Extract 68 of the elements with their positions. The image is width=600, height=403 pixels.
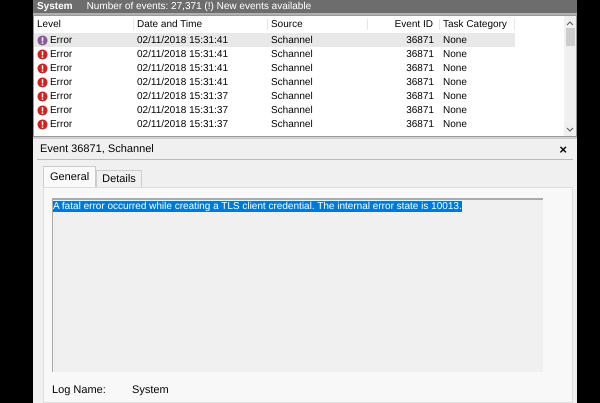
table-cell-text: 36871 — [405, 90, 435, 102]
message-text: A fatal error occurred while creating a TLS client credential. The internal error state is 10013. — [53, 201, 462, 212]
tab[interactable]: General — [43, 166, 96, 187]
table-cell-text: None — [442, 118, 468, 130]
table-cell-text: Schannel — [270, 104, 314, 116]
event-count-status: Number of events: 27,371 (!) New events available — [86, 0, 312, 14]
table-cell-text: 36871 — [405, 118, 435, 130]
event-row[interactable]: Error 02/11/2018 15:31:37 Schannel 36871 None — [34, 103, 564, 117]
close-button[interactable]: × — [559, 142, 567, 156]
table-cell-text: Schannel — [270, 34, 314, 46]
table-cell-text: 02/11/2018 15:31:37 — [136, 104, 230, 116]
table-cell: Error — [50, 76, 72, 88]
column-header[interactable]: Source — [268, 19, 368, 30]
scroll-up-icon[interactable] — [566, 20, 574, 26]
scroll-thumb[interactable] — [566, 28, 574, 46]
table-cell-text: 02/11/2018 15:31:41 — [136, 34, 230, 46]
event-row[interactable]: Error 02/11/2018 15:31:41 Schannel 36871 None — [34, 75, 564, 89]
event-row[interactable]: Error 02/11/2018 15:31:41 Schannel 36871 None — [34, 47, 564, 61]
event-row[interactable]: Error 02/11/2018 15:31:41 Schannel 36871 None — [34, 61, 564, 75]
event-row[interactable]: Error 02/11/2018 15:31:37 Schannel 36871 None — [34, 89, 564, 103]
table-cell-text: None — [442, 90, 468, 102]
field-value: System — [132, 384, 169, 396]
tab[interactable]: Details — [96, 170, 142, 187]
table-cell-text: Schannel — [270, 62, 314, 74]
message-box[interactable]: A fatal error occurred while creating a TLS client credential. The internal error state is 10013. — [52, 198, 543, 372]
table-cell-text: None — [442, 48, 468, 60]
event-row[interactable]: Error 02/11/2018 15:31:41 Schannel 36871 None — [34, 33, 515, 47]
table-cell-text: None — [442, 76, 468, 88]
table-cell: Error — [50, 48, 72, 60]
column-header[interactable]: Date and Time — [134, 19, 268, 30]
table-cell: Error — [50, 34, 72, 46]
event-row[interactable]: Error 02/11/2018 15:31:37 Schannel 36871 None — [34, 117, 564, 131]
error-icon — [37, 118, 48, 130]
table-cell: Error — [50, 90, 72, 102]
table-cell-text: Schannel — [270, 48, 314, 60]
column-header[interactable]: Level — [34, 19, 134, 30]
table-cell-text: 36871 — [405, 62, 435, 74]
table-cell-text: Schannel — [270, 118, 314, 130]
column-header[interactable]: Event ID — [368, 19, 440, 30]
error-icon — [37, 104, 48, 116]
table-cell: Error — [50, 118, 72, 130]
column-header[interactable]: Task Category — [440, 19, 515, 30]
table-cell-text: None — [442, 62, 468, 74]
error-icon — [37, 62, 48, 74]
event-title: Event 36871, Schannel — [40, 143, 154, 155]
scroll-down-icon[interactable] — [566, 127, 574, 133]
error-icon — [37, 34, 48, 46]
table-cell-text: 36871 — [405, 104, 435, 116]
table-cell-text: 02/11/2018 15:31:37 — [136, 118, 230, 130]
error-icon — [37, 48, 48, 60]
table-cell-text: 02/11/2018 15:31:41 — [136, 62, 230, 74]
table-cell: Error — [50, 104, 72, 116]
table-cell: Error — [50, 62, 72, 74]
scrollbar[interactable] — [564, 16, 576, 136]
table-cell-text: 02/11/2018 15:31:41 — [136, 76, 230, 88]
error-icon — [37, 90, 48, 102]
table-cell-text: Schannel — [270, 76, 314, 88]
log-title: System — [37, 0, 73, 14]
table-cell-text: None — [442, 104, 468, 116]
table-cell-text: None — [442, 34, 468, 46]
table-cell-text: 02/11/2018 15:31:41 — [136, 48, 230, 60]
table-cell-text: 36871 — [405, 76, 435, 88]
table-cell-text: 02/11/2018 15:31:37 — [136, 90, 230, 102]
table-cell-text: 36871 — [405, 48, 435, 60]
table-cell-text: Schannel — [270, 90, 314, 102]
table-cell-text: 36871 — [405, 34, 435, 46]
field-label: Log Name: — [52, 384, 107, 396]
error-icon — [37, 76, 48, 88]
